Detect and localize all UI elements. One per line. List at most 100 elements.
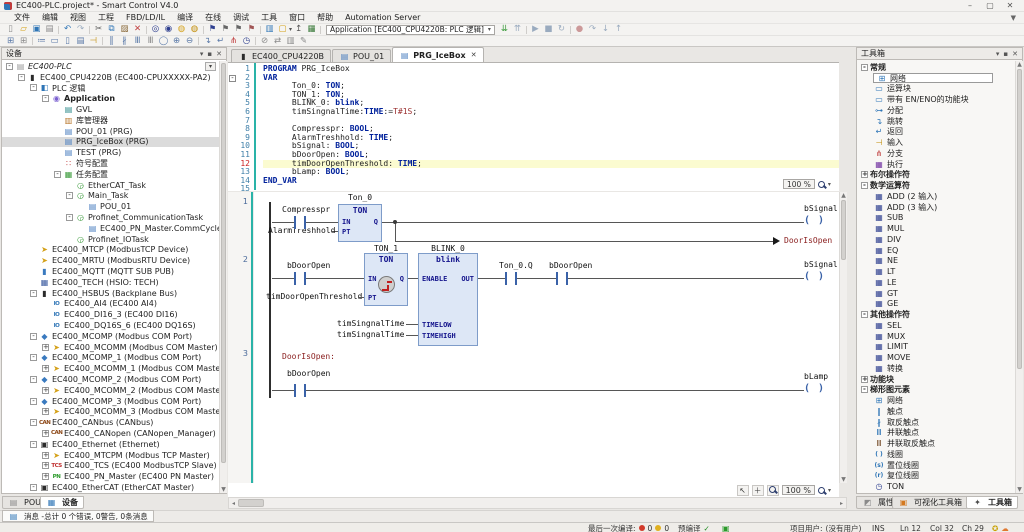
toolbox-scrollbar[interactable]: ▲ ▼ (1015, 61, 1023, 493)
toolbox-item-item-4[interactable]: ⊶分配 (857, 105, 1022, 116)
bookmark-next-button[interactable]: ⚑ (219, 24, 232, 35)
library-manager-button[interactable]: ▥ (263, 24, 276, 35)
undo-button[interactable]: ↶ (61, 24, 74, 35)
messages-tab[interactable]: ▤ 消息 -总计 0 个错误, 0警告, 0条消息 (2, 510, 154, 522)
tree-item-profinet-iotask[interactable]: ◶Profinet_IOTask (2, 234, 226, 245)
maximize-button[interactable]: ▢ (984, 1, 996, 10)
bottom-tab-visualization-toolbox[interactable]: ▣可视化工具箱 (892, 496, 968, 509)
toolbox-item-item-34[interactable]: Ⅲ并联触点 (857, 428, 1022, 439)
toolbox-item-item-37[interactable]: (s)置位线圈 (857, 460, 1022, 471)
collapse-icon[interactable]: - (42, 95, 49, 102)
devices-pin-icon[interactable]: ▪ (207, 50, 212, 58)
coil-blamp[interactable]: ( ) (804, 383, 825, 394)
insert-parallel-contact-button[interactable]: Ⅲ (131, 36, 144, 47)
tree-item-ec400-pn-master-ec400-pn-master[interactable]: +PNEC400_PN_Master (EC400 PN Master) (2, 471, 226, 482)
insert-jump-button[interactable]: ↴ (201, 36, 214, 47)
bookmark-toggle-button[interactable]: ⚑ (206, 24, 219, 35)
menu-item-edit[interactable]: 编辑 (36, 12, 64, 23)
scroll-right-icon[interactable]: ▸ (837, 500, 846, 507)
bottom-tab-toolbox[interactable]: ✦工具箱 (966, 496, 1018, 509)
magnifier-icon[interactable] (818, 181, 825, 188)
insert-assignment-button[interactable]: ≔ (35, 36, 48, 47)
collapse-icon[interactable]: - (30, 333, 37, 340)
redo-button[interactable]: ↷ (74, 24, 87, 35)
insert-contact-button[interactable]: ‖ (105, 36, 118, 47)
negate-button[interactable]: ⊘ (258, 36, 271, 47)
step-out-button[interactable]: ↑ (612, 24, 625, 35)
expand-icon[interactable]: + (42, 462, 49, 469)
device-repository-button[interactable]: ▦ (305, 24, 318, 35)
update-parameters-button[interactable]: ▥ (284, 36, 297, 47)
ladder-zoom-level[interactable]: 100 % (782, 485, 815, 495)
insert-parallel-negated-contact-button[interactable]: Ⅲ (144, 36, 157, 47)
scroll-left-icon[interactable]: ◂ (229, 500, 238, 507)
tree-item-ec400-dq16s-6-ec400-dq16s[interactable]: IOEC400_DQ16S_6 (EC400 DQ16S) (2, 320, 226, 331)
declaration-zoom-level[interactable]: 100 % (783, 179, 815, 189)
collapse-icon[interactable]: - (30, 398, 37, 405)
menu-item-online[interactable]: 在线 (199, 12, 227, 23)
menu-item-window[interactable]: 窗口 (283, 12, 311, 23)
tree-item-ec400-mcomp-1-modbus-com-port[interactable]: -◆EC400_MCOMP_1 (Modbus COM Port) (2, 353, 226, 364)
filter-icon[interactable]: ▼ (1011, 14, 1024, 22)
toolbox-section-item-11[interactable]: -数学运算符 (857, 180, 1022, 191)
zoom-dropdown-icon[interactable]: ▾ (828, 181, 831, 188)
tree-item-ec400-tcs-ec400-modbustcp-slave[interactable]: +TCSEC400_TCS (EC400 ModbusTCP Slave) (2, 460, 226, 471)
bookmark-previous-button[interactable]: ⚑ (232, 24, 245, 35)
contact-bdooropen[interactable] (294, 272, 306, 285)
network-label[interactable]: DoorIsOpen: (282, 352, 335, 361)
tree-item-ec400-mcomp-modbus-com-port[interactable]: -◆EC400_MCOMP (Modbus COM Port) (2, 331, 226, 342)
ton-block[interactable]: TON IN PT Q (338, 204, 382, 242)
quick-search-button[interactable]: ◍ (175, 24, 188, 35)
toolbox-item-add-2[interactable]: ▦ADD (2 输入) (857, 191, 1022, 202)
tree-item-ec400-mtcpm-modbus-tcp-master[interactable]: +➤EC400_MTCPM (Modbus TCP Master) (2, 450, 226, 461)
collapse-icon[interactable]: - (30, 290, 37, 297)
toolbox-item-item-31[interactable]: ⊞网络 (857, 395, 1022, 406)
coil-bsignal[interactable]: ( ) (804, 215, 825, 226)
code-line-6[interactable]: 6 timSingnalTime:TIME:=T#1S; (228, 108, 839, 117)
insert-ton-button[interactable]: ◷ (240, 36, 253, 47)
expand-icon[interactable]: + (861, 376, 868, 383)
tree-item-ethercat-task[interactable]: ◶EtherCAT_Task (2, 180, 226, 191)
search-next-button[interactable]: ◍ (188, 24, 201, 35)
toolbox-item-item-36[interactable]: ( )线圈 (857, 449, 1022, 460)
toolbox-item-item-9[interactable]: ▦执行 (857, 159, 1022, 170)
step-over-button[interactable]: ↷ (586, 24, 599, 35)
contact-bdooropen-2[interactable] (556, 272, 568, 285)
tree-item-ec400-mcomm-modbus-com-master[interactable]: +➤EC400_MCOMM (Modbus COM Master) (2, 342, 226, 353)
collapse-icon[interactable]: - (30, 354, 37, 361)
bookmark-clear-button[interactable]: ⚑ (245, 24, 258, 35)
contact-ton0q[interactable] (505, 272, 517, 285)
tree-item-application[interactable]: -◉Application (2, 93, 226, 104)
toolbox-item-move[interactable]: ▦MOVE (857, 352, 1022, 363)
timehigh-operand[interactable]: timSingnalTime (337, 330, 404, 339)
logout-button[interactable]: ⇈ (511, 24, 524, 35)
tree-item-ec400-mcomm-1-modbus-com-master[interactable]: +➤EC400_MCOMM_1 (Modbus COM Master) (2, 363, 226, 374)
expand-icon[interactable]: + (42, 452, 49, 459)
toolbox-item-ne[interactable]: ▦NE (857, 256, 1022, 267)
device-tree-scrollbar[interactable]: ▼ (219, 61, 227, 493)
toolbox-item-div[interactable]: ▦DIV (857, 234, 1022, 245)
tree-item-ec400-mrtu-modbusrtu-device[interactable]: ➤EC400_MRTU (ModbusRTU Device) (2, 255, 226, 266)
tree-item-ec400-cpu4220b-ec400-cpuxxxxx-pa2[interactable]: -▮EC400_CPU4220B (EC400-CPUXXXXX-PA2) (2, 72, 226, 83)
toolbox-section-item-10[interactable]: +布尔操作符 (857, 170, 1022, 181)
tree-item-ec400-plc[interactable]: -▤EC400-PLC▾ (2, 61, 226, 72)
toolbox-item-lt[interactable]: ▦LT (857, 266, 1022, 277)
toolbox-close-icon[interactable]: ✕ (1012, 50, 1018, 58)
block-instance-name[interactable]: Ton_0 (338, 193, 382, 202)
tree-item-ec400-pn-master-commcycle[interactable]: ▤EC400_PN_Master.CommCycle (2, 223, 226, 234)
tree-item-ec400-mcomp-2-modbus-com-port[interactable]: -◆EC400_MCOMP_2 (Modbus COM Port) (2, 374, 226, 385)
tree-item-ec400-canopen-canopen-manager[interactable]: +CANEC400_CANopen (CANopen_Manager) (2, 428, 226, 439)
paste-button[interactable]: ▨ (118, 24, 131, 35)
ton1-block[interactable]: TON IN PT Q (364, 253, 408, 306)
pan-tool-button[interactable]: ＋ (752, 485, 764, 496)
menu-item-help[interactable]: 帮助 (311, 12, 339, 23)
toggle-breakpoint-button[interactable]: ● (573, 24, 586, 35)
insert-set-coil-button[interactable]: ⊕ (170, 36, 183, 47)
expand-icon[interactable]: + (42, 387, 49, 394)
toolbox-item-mux[interactable]: ▦MUX (857, 331, 1022, 342)
zoom-dropdown-icon[interactable]: ▾ (828, 487, 831, 494)
devices-filter-dropdown[interactable]: ▾ (205, 62, 216, 71)
menu-item-view[interactable]: 视图 (64, 12, 92, 23)
repair-pou-button[interactable]: ✎ (297, 36, 310, 47)
collapse-icon[interactable]: - (30, 419, 37, 426)
